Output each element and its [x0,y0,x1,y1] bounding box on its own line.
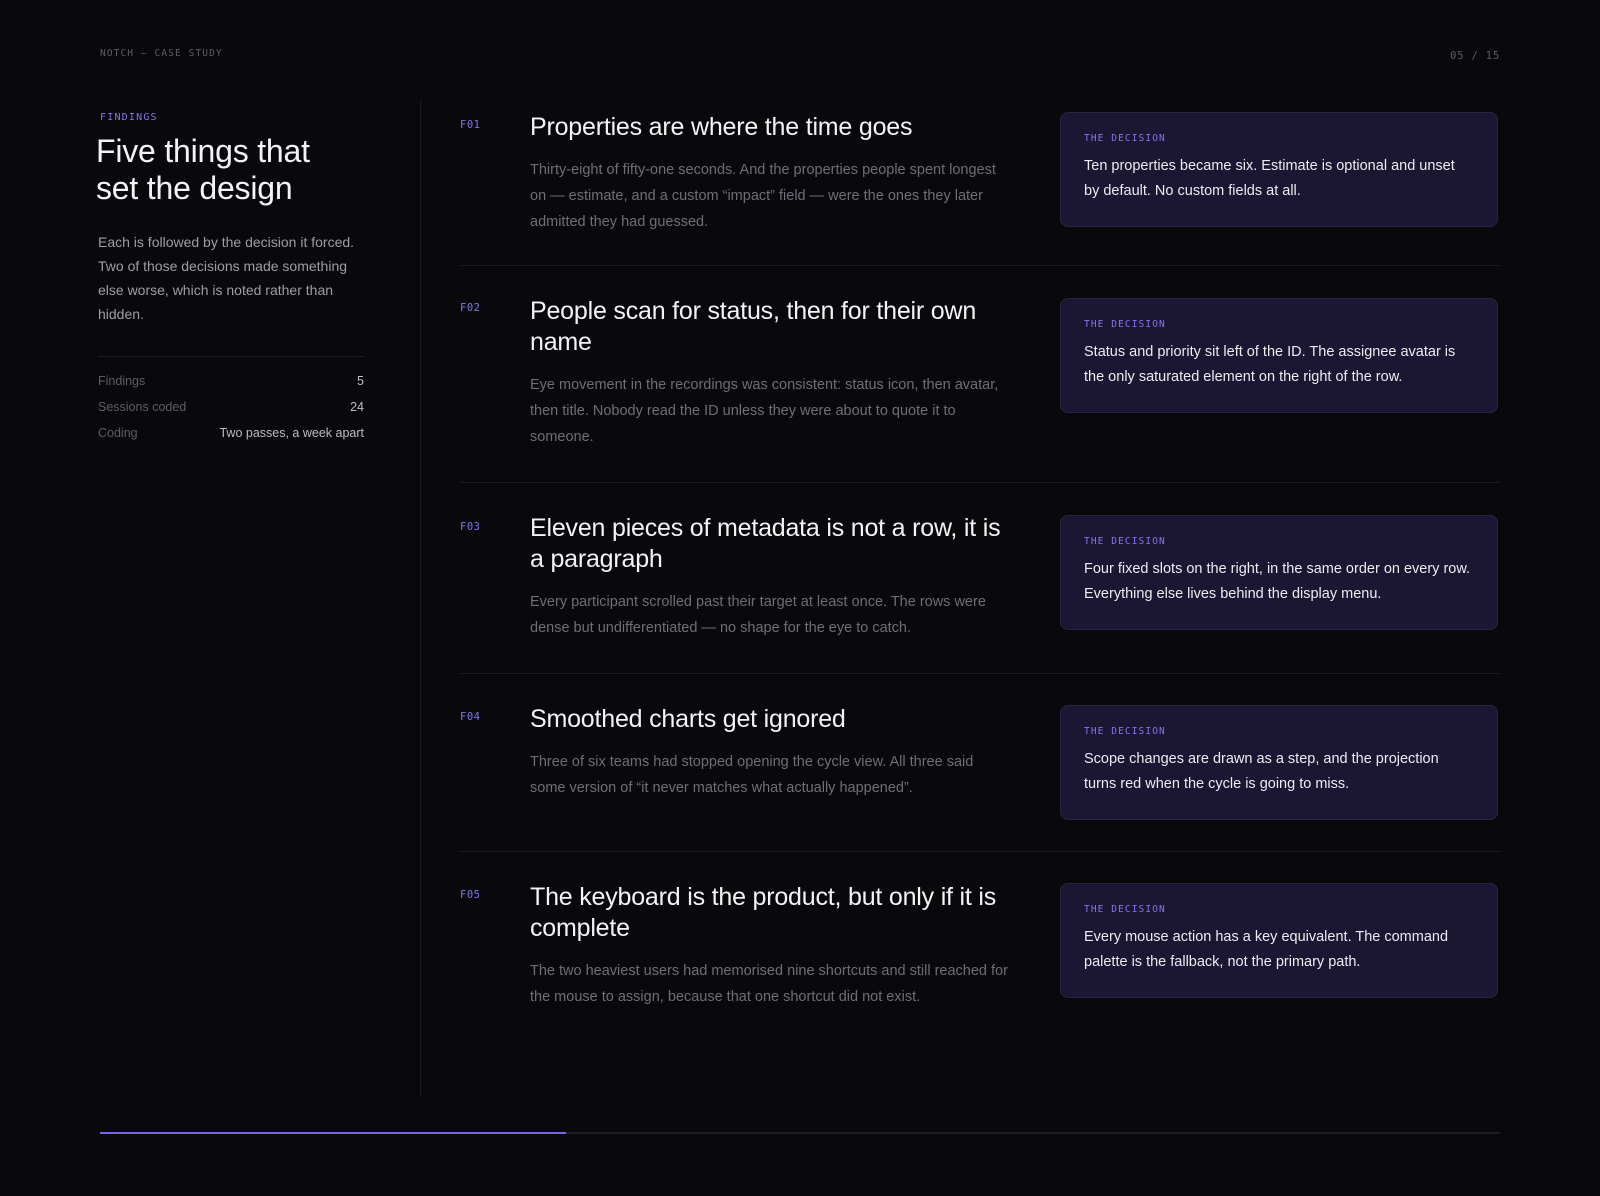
finding-title: Smoothed charts get ignored [530,705,846,733]
section-title: Five things that set the design [96,133,364,207]
finding-text: Eye movement in the recordings was consi… [530,377,999,445]
decision-text: Four fixed slots on the right, in the sa… [1084,561,1471,602]
finding-item: F03 Eleven pieces of metadata is not a r… [460,483,1500,674]
decision-card: THE DECISION Every mouse action has a ke… [1060,883,1498,998]
page-number: 05 / 15 [1450,50,1500,62]
deck-label: NOTCH — CASE STUDY [100,48,223,59]
decision-card: THE DECISION Four fixed slots on the rig… [1060,515,1498,630]
finding-item: F04 Smoothed charts get ignored Three of… [460,674,1500,852]
column-divider [420,100,421,1096]
decision-card: THE DECISION Scope changes are drawn as … [1060,705,1498,820]
decision-label: THE DECISION [1084,904,1166,915]
decision-label: THE DECISION [1084,133,1166,144]
decision-text: Every mouse action has a key equivalent.… [1084,929,1449,970]
stat-value: Two passes, a week apart [219,426,364,440]
finding-title: Eleven pieces of metadata is not a row, … [530,514,1001,573]
stat-value: 24 [350,400,364,414]
finding-item: F05 The keyboard is the product, but onl… [460,852,1500,1072]
stat-row: Coding Two passes, a week apart [98,423,364,449]
finding-code: F04 [460,711,481,723]
finding-text: Thirty-eight of fifty-one seconds. And t… [530,162,996,230]
finding-item: F02 People scan for status, then for the… [460,266,1500,483]
stat-label: Coding [98,426,138,440]
decision-label: THE DECISION [1084,726,1166,737]
title-line-2: set the design [96,170,293,206]
finding-title: Properties are where the time goes [530,113,913,141]
stat-row: Sessions coded 24 [98,397,364,423]
decision-text: Ten properties became six. Estimate is o… [1084,158,1455,199]
decision-text: Status and priority sit left of the ID. … [1084,344,1456,385]
finding-code: F03 [460,521,481,533]
finding-text: Three of six teams had stopped opening t… [530,754,974,796]
stat-value: 5 [357,374,364,388]
finding-item: F01 Properties are where the time goes T… [460,100,1500,266]
decision-card: THE DECISION Ten properties became six. … [1060,112,1498,227]
progress-bar [100,1132,1500,1134]
finding-title: The keyboard is the product, but only if… [530,883,997,942]
finding-text: The two heaviest users had memorised nin… [530,963,1008,1005]
section-description: Each is followed by the decision it forc… [98,234,355,322]
stat-label: Sessions coded [98,400,187,414]
stat-row: Findings 5 [98,371,364,397]
finding-text: Every participant scrolled past their ta… [530,594,986,636]
finding-code: F02 [460,302,481,314]
decision-label: THE DECISION [1084,536,1166,547]
section-eyebrow: FINDINGS [100,112,158,123]
decision-text: Scope changes are drawn as a step, and t… [1084,751,1439,792]
intro-column: FINDINGS Five things that set the design… [96,110,364,449]
decision-label: THE DECISION [1084,319,1166,330]
finding-code: F01 [460,119,481,131]
finding-title: People scan for status, then for their o… [530,297,977,356]
progress-fill [100,1132,567,1134]
title-line-1: Five things that [96,133,310,169]
stats-list: Findings 5 Sessions coded 24 Coding Two … [98,356,364,449]
decision-card: THE DECISION Status and priority sit lef… [1060,298,1498,413]
stat-label: Findings [98,374,146,388]
findings-list: F01 Properties are where the time goes T… [460,100,1500,1072]
finding-code: F05 [460,889,481,901]
